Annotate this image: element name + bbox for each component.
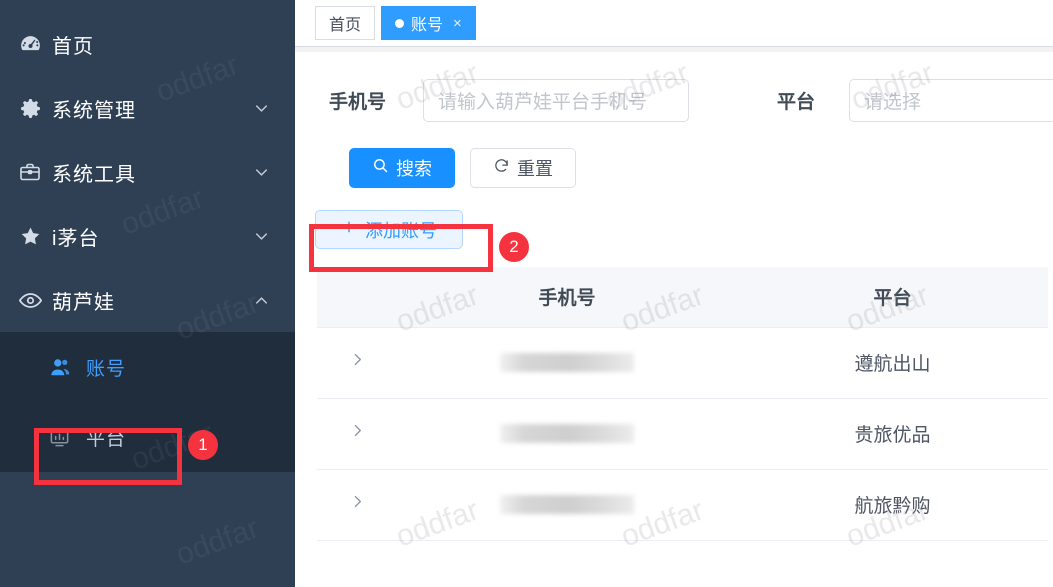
tab-home[interactable]: 首页 [315, 6, 376, 40]
sidebar-submenu-huluwa: 账号 平台 [0, 332, 295, 472]
sidebar-item-label: 系统工具 [52, 163, 136, 186]
close-icon[interactable]: × [453, 16, 462, 31]
table-body: 遵航出山 贵旅优品 航旅黔购 [317, 327, 1048, 541]
cell-expand[interactable] [317, 398, 397, 470]
star-icon [18, 224, 52, 249]
table-row[interactable]: 遵航出山 [317, 327, 1048, 399]
chart-icon [48, 426, 86, 449]
sidebar-item-system-tools[interactable]: 系统工具 [0, 140, 295, 204]
user-icon [48, 355, 86, 380]
cell-platform: 贵旅优品 [737, 398, 1048, 470]
app-root: oddfar oddfar oddfar oddfar oddfar 首页 系 [0, 0, 1053, 587]
gear-icon [18, 96, 52, 121]
sidebar-item-label: 账号 [86, 358, 127, 380]
sidebar: oddfar oddfar oddfar oddfar oddfar 首页 系 [0, 0, 295, 587]
cell-platform: 遵航出山 [737, 327, 1048, 399]
table-head: 手机号 平台 [317, 267, 1048, 328]
sidebar-item-account[interactable]: 账号 [0, 332, 295, 402]
chevron-down-icon[interactable] [252, 163, 271, 182]
table-header-row: 手机号 平台 [317, 267, 1048, 328]
cell-phone [397, 327, 737, 399]
chevron-down-icon[interactable] [252, 227, 271, 246]
redacted-phone-value [500, 352, 634, 372]
sidebar-item-label: 平台 [86, 428, 127, 450]
search-icon [372, 157, 389, 179]
search-form: 手机号 请输入葫芦娃平台手机号 平台 请选择 [295, 52, 1053, 122]
redacted-phone-value [500, 423, 634, 443]
table-toolbar: 添加账号 [295, 188, 1053, 249]
table-row[interactable]: 航旅黔购 [317, 469, 1048, 541]
chevron-right-icon[interactable] [349, 422, 366, 439]
chevron-right-icon[interactable] [349, 493, 366, 510]
cell-expand[interactable] [317, 469, 397, 541]
sidebar-item-platform[interactable]: 平台 [0, 402, 295, 472]
refresh-icon [493, 157, 510, 179]
sidebar-item-huluwa[interactable]: 葫芦娃 [0, 268, 295, 332]
accounts-table: 手机号 平台 遵航出山 贵旅优品 航旅黔购 [317, 267, 1048, 541]
sidebar-item-label: 葫芦娃 [52, 291, 115, 314]
cell-expand[interactable] [317, 327, 397, 399]
tab-bar: 首页 账号 × [295, 0, 1053, 47]
add-account-button[interactable]: 添加账号 [315, 210, 463, 249]
chevron-down-icon[interactable] [252, 99, 271, 118]
column-header-platform: 平台 [737, 267, 1048, 328]
plus-icon [341, 219, 357, 240]
phone-field-group: 手机号 请输入葫芦娃平台手机号 [329, 79, 689, 122]
chevron-up-icon[interactable] [252, 291, 271, 310]
phone-input[interactable]: 请输入葫芦娃平台手机号 [423, 79, 689, 122]
eye-icon [18, 288, 52, 313]
main-area: 首页 账号 × oddfar oddfar oddfar oddfar oddf… [295, 0, 1053, 587]
add-account-label: 添加账号 [365, 220, 437, 241]
chevron-right-icon[interactable] [349, 351, 366, 368]
cell-phone [397, 398, 737, 470]
sidebar-item-imaotai[interactable]: i茅台 [0, 204, 295, 268]
sidebar-item-system-management[interactable]: 系统管理 [0, 76, 295, 140]
sidebar-item-label: i茅台 [52, 227, 100, 250]
table-row[interactable]: 贵旅优品 [317, 398, 1048, 470]
dashboard-icon [18, 32, 52, 57]
platform-field-group: 平台 请选择 [777, 79, 1053, 122]
reset-button-label: 重置 [517, 159, 553, 179]
watermark: oddfar [171, 511, 263, 572]
column-header-phone: 手机号 [397, 267, 737, 328]
cell-phone [397, 469, 737, 541]
tab-account[interactable]: 账号 × [381, 6, 476, 40]
tab-label: 首页 [329, 17, 362, 34]
platform-field-label: 平台 [777, 92, 816, 113]
briefcase-icon [18, 160, 52, 184]
search-button-label: 搜索 [396, 159, 432, 179]
cell-platform: 航旅黔购 [737, 469, 1048, 541]
sidebar-item-label: 系统管理 [52, 99, 136, 122]
search-actions: 搜索 重置 [295, 122, 1053, 188]
tab-label: 账号 [411, 17, 444, 34]
sidebar-item-home[interactable]: 首页 [0, 12, 295, 76]
search-button[interactable]: 搜索 [349, 148, 455, 188]
platform-select[interactable]: 请选择 [849, 79, 1053, 122]
sidebar-item-label: 首页 [52, 35, 94, 58]
phone-field-label: 手机号 [329, 92, 387, 113]
tab-active-dot-icon [395, 18, 405, 28]
content-panel: oddfar oddfar oddfar oddfar oddfar oddfa… [295, 52, 1053, 587]
reset-button[interactable]: 重置 [470, 148, 576, 188]
column-header-expand [317, 267, 397, 328]
redacted-phone-value [500, 494, 634, 514]
